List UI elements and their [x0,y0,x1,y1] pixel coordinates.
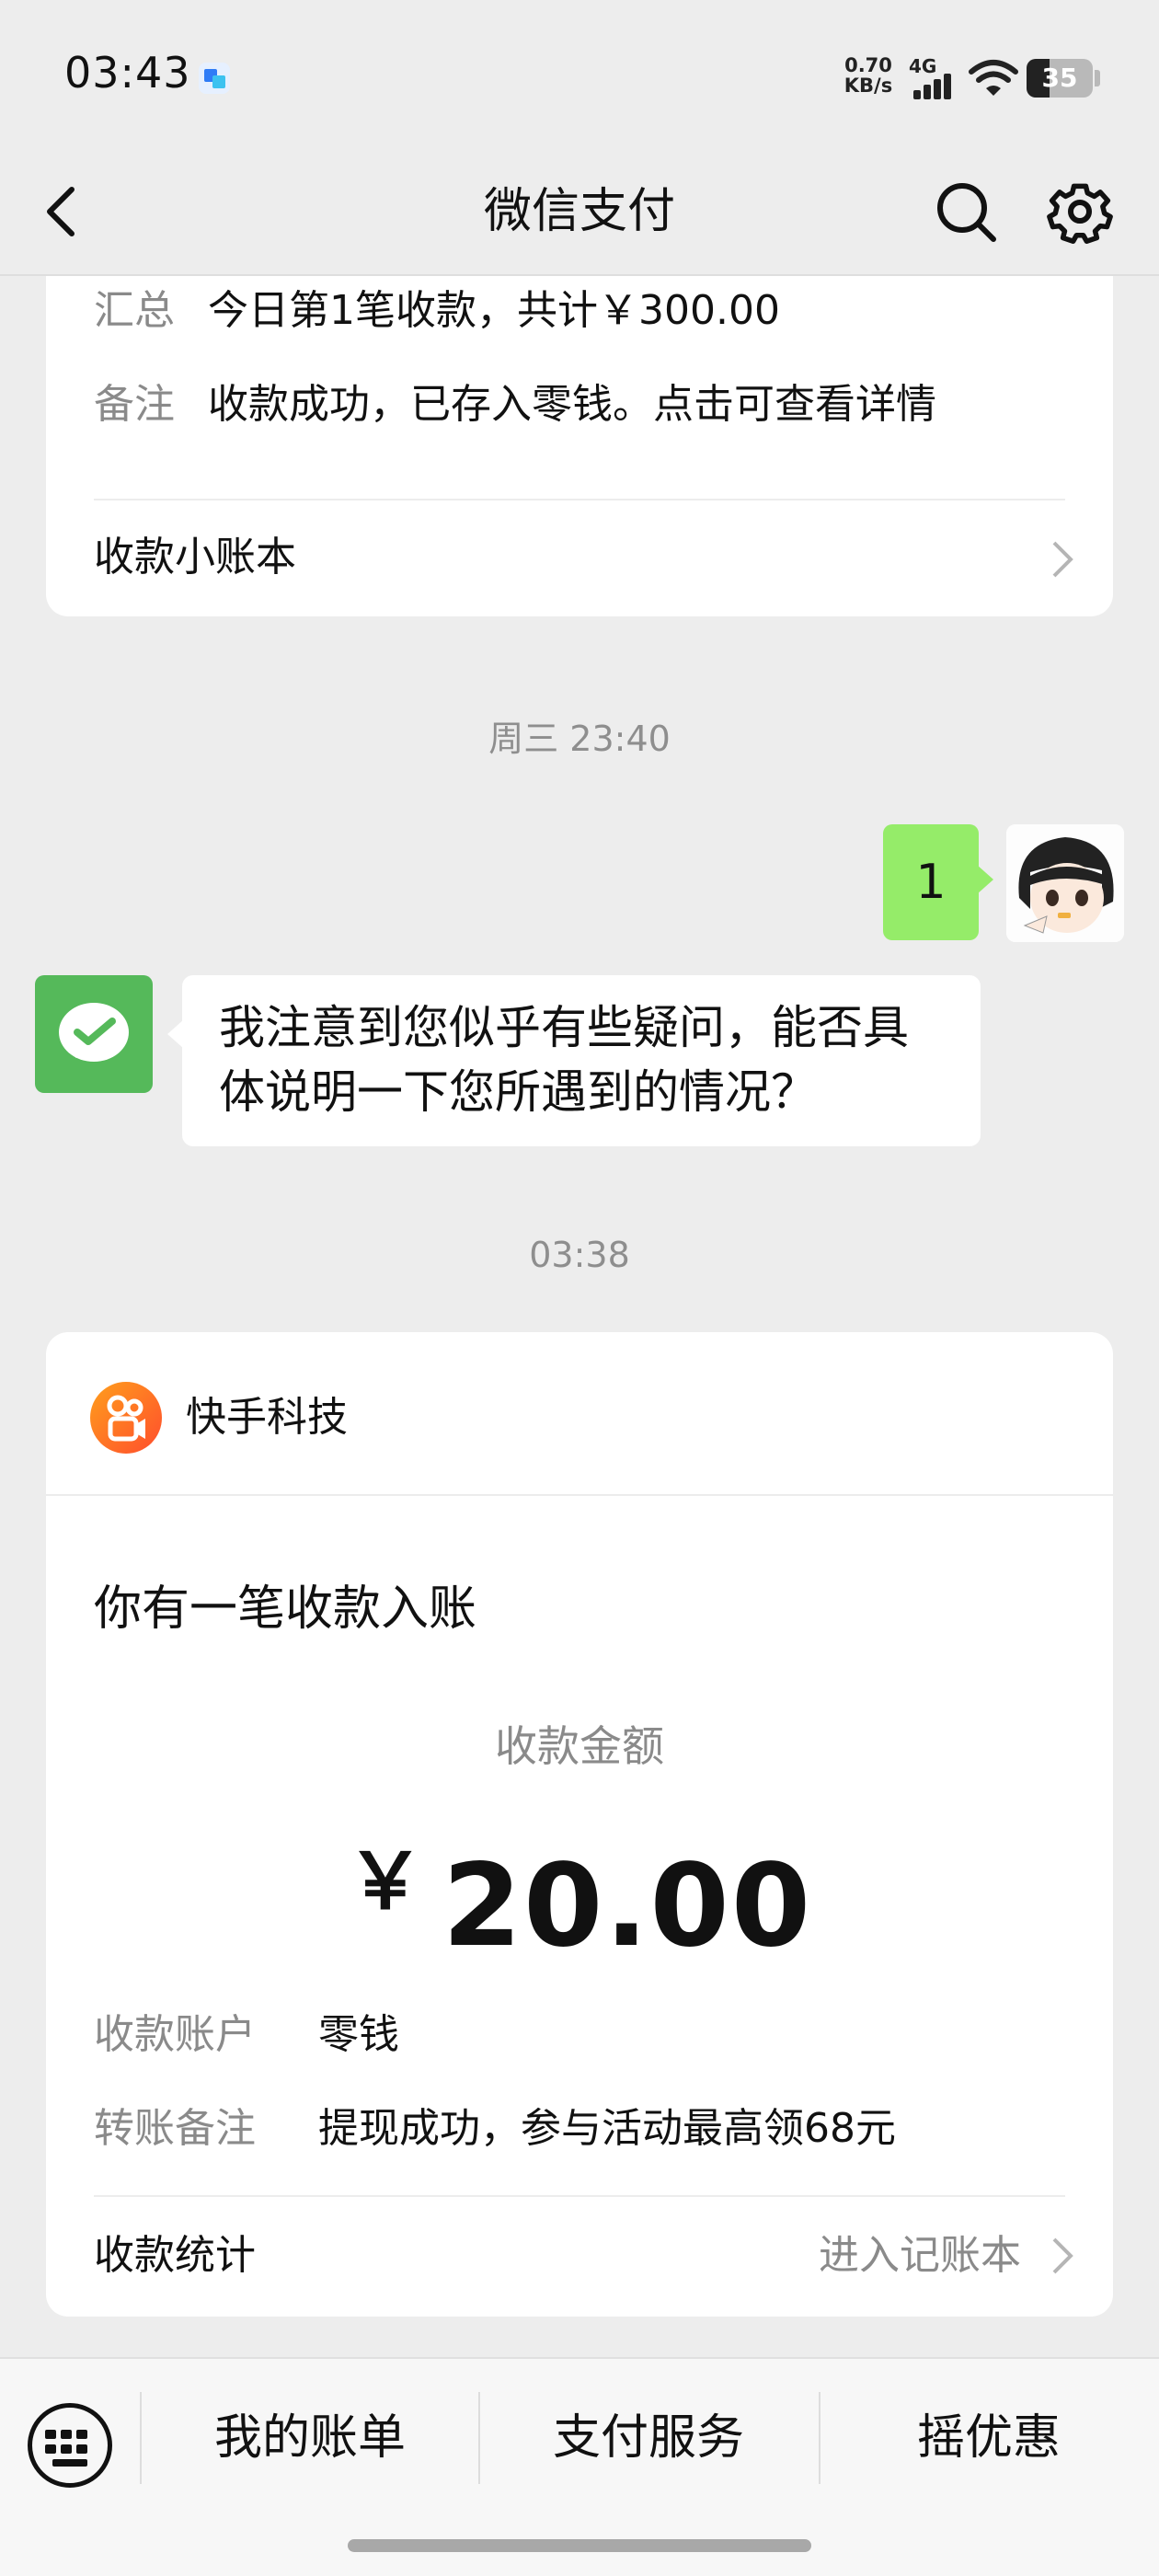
reply-line-2: 体说明一下您所遇到的情况？ [219,1065,817,1119]
network-speed-value: 0.70 [844,54,892,76]
signal-icon [913,74,959,99]
currency-symbol: ￥ [346,1836,424,1926]
home-indicator[interactable] [348,2539,811,2552]
account-value: 零钱 [318,2011,399,2058]
payment-message: 你有一笔收款入账 [94,1581,477,1637]
merchant-name: 快手科技 [186,1394,348,1441]
divider [94,499,1065,500]
search-icon[interactable] [929,173,1003,250]
divider [94,2195,1065,2197]
remark-value: 提现成功，参与活动最高领68元 [318,2105,896,2152]
settings-gear-icon[interactable] [1041,173,1119,250]
payment-stats-label: 收款统计 [94,2232,256,2279]
network-speed: 0.70 KB/s [841,55,896,96]
menu-shake-deals[interactable]: 摇优惠 [820,2392,1157,2484]
chevron-right-icon [1052,541,1073,578]
user-avatar-image [1006,824,1124,942]
menu-payment-services[interactable]: 支付服务 [480,2392,817,2484]
wifi-icon [969,60,1018,96]
status-bar: 03:43 0.70 KB/s 4G 35 [0,0,1159,147]
battery-level: 35 [1041,63,1078,93]
wechat-pay-avatar[interactable] [35,975,153,1093]
account-row: 收款账户 零钱 [94,2007,399,2063]
service-reply-bubble[interactable]: 我注意到您似乎有些疑问，能否具 体说明一下您所遇到的情况？ [167,975,981,1146]
network-speed-unit: KB/s [843,75,893,97]
my-message-bubble[interactable]: 1 [883,824,993,940]
wechat-pay-logo-icon [59,1003,129,1062]
amount-value: 20.00 [442,1840,813,1972]
summary-value: 今日第1笔收款，共计￥300.00 [208,287,780,334]
note-value: 收款成功，已存入零钱。点击可查看详情 [208,381,936,428]
enter-ledger-link[interactable]: 进入记账本 [819,2228,1021,2283]
keyboard-toggle-icon[interactable] [28,2403,112,2488]
user-avatar[interactable] [1006,824,1124,942]
status-time: 03:43 [64,48,191,98]
menu-my-bills[interactable]: 我的账单 [142,2392,478,2484]
remark-row: 转账备注 提现成功，参与活动最高领68元 [94,2101,896,2156]
ledger-link[interactable]: 收款小账本 [94,530,296,585]
notification-app-icon [199,63,230,94]
remark-label: 转账备注 [94,2105,256,2152]
battery-icon: 35 [1027,59,1093,98]
kuaishou-logo-icon [90,1382,162,1454]
timestamp: 周三 23:40 [488,719,671,759]
timestamp: 03:38 [529,1235,630,1275]
amount-label: 收款金额 [495,1721,664,1771]
note-label: 备注 [94,381,175,428]
summary-row: 汇总 今日第1笔收款，共计￥300.00 [94,283,780,339]
navigation-bar: 微信支付 [0,147,1159,276]
reply-line-1: 我注意到您似乎有些疑问，能否具 [219,1001,909,1054]
chevron-right-icon [1052,2237,1073,2274]
payment-received-card[interactable]: 快手科技 你有一笔收款入账 收款金额 ￥ 20.00 收款账户 零钱 转账备注 提现成… [46,1332,1113,2317]
note-row: 备注 收款成功，已存入零钱。点击可查看详情 [94,377,936,432]
card-header: 快手科技 [46,1332,1113,1496]
payment-amount: ￥ 20.00 [46,1820,1113,1972]
account-label: 收款账户 [94,2011,256,2058]
summary-label: 汇总 [94,287,175,334]
